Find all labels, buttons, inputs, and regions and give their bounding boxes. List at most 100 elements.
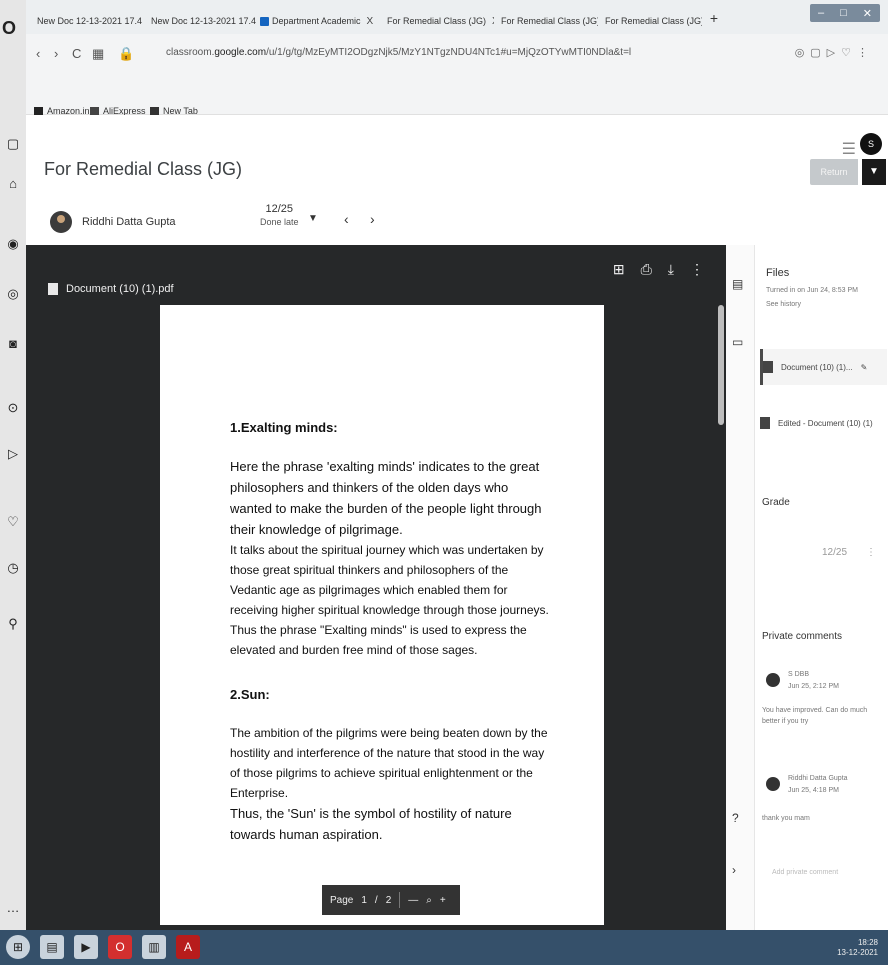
office-icon[interactable]: ▥ [142, 935, 166, 959]
student-selector[interactable]: Riddhi Datta Gupta [50, 211, 176, 233]
file-name: Document (10) (1)... [781, 362, 853, 372]
comment-time: Jun 25, 2:12 PM [788, 683, 839, 690]
tab-bar: New Doc 12-13-2021 17.4X New Doc 12-13-2… [26, 0, 888, 34]
new-tab-button[interactable]: + [706, 10, 722, 26]
url-path: /u/1/g/tg/MzEyMTI2ODgzNjk5/MzY1NTgzNDU4N… [266, 47, 632, 58]
comment-avatar [766, 673, 780, 687]
minimize-icon[interactable]: – [818, 7, 824, 19]
pin-icon[interactable]: ⚲ [5, 616, 21, 632]
tab-6-active[interactable]: For Remedial Class (JG)X [602, 10, 702, 32]
zoom-icon[interactable]: ⌕ [426, 895, 432, 906]
scrollbar[interactable] [718, 305, 724, 425]
tabs-grid-icon[interactable]: ▦ [92, 46, 104, 62]
acrobat-icon[interactable]: A [176, 935, 200, 959]
pdf-page[interactable]: 1.Exalting minds: Here the phrase 'exalt… [160, 305, 604, 925]
grade-value: 12/25 [265, 203, 294, 215]
more-icon[interactable]: … [5, 900, 21, 916]
workspace-icon[interactable]: ▢ [5, 136, 21, 152]
tab-label: For Remedial Class (JG) [387, 16, 487, 26]
system-tray[interactable]: 18:28 13-12-2021 [837, 938, 878, 958]
see-history-link[interactable]: See history [766, 299, 801, 310]
tab-1[interactable]: New Doc 12-13-2021 17.4X [34, 10, 146, 32]
collapse-icon[interactable]: › [732, 863, 736, 877]
viewer-toolbar: ⊞ ⎙ ⤓ ⋮ [613, 261, 704, 278]
tab-5[interactable]: For Remedial Class (JG)X [498, 10, 598, 32]
next-student-icon[interactable]: › [370, 211, 375, 227]
opera-logo-icon[interactable]: O [2, 18, 16, 39]
panel-rail: ▤ ▭ ? › [726, 245, 755, 930]
comment-text: thank you mam [762, 815, 810, 822]
zoom-in-button[interactable]: + [440, 895, 446, 906]
url-prefix: classroom. [166, 47, 215, 58]
clock-date: 13-12-2021 [837, 948, 878, 957]
heart-icon[interactable]: ♡ [5, 514, 21, 530]
page-current[interactable]: 1 [361, 895, 367, 906]
document-viewer: Document (10) (1).pdf ⊞ ⎙ ⤓ ⋮ 1.Exalting… [26, 245, 726, 930]
media-icon[interactable]: ▶ [74, 935, 98, 959]
comment-time: Jun 25, 4:18 PM [788, 787, 839, 794]
close-icon[interactable]: ✕ [863, 7, 872, 20]
pdf-icon [48, 283, 58, 295]
open-new-window-icon[interactable]: ⊞ [613, 261, 625, 278]
window-controls[interactable]: – □ ✕ [810, 4, 880, 22]
files-tab-icon[interactable]: ▤ [732, 277, 743, 291]
zoom-out-button[interactable]: — [408, 895, 418, 906]
avatar[interactable]: S [860, 133, 882, 155]
tab-label: For Remedial Class (JG) [605, 16, 702, 26]
tab-2[interactable]: New Doc 12-13-2021 17.49X [148, 10, 256, 32]
back-icon[interactable]: ‹ [36, 46, 40, 61]
pdf-icon [760, 417, 770, 429]
chevron-down-icon[interactable]: ▼ [308, 213, 318, 224]
return-button[interactable]: Return [810, 159, 858, 185]
classroom-header: For Remedial Class (JG) ☰ S Riddhi Datta… [26, 115, 888, 245]
file-item-document[interactable]: Document (10) (1)... ✎ [760, 349, 887, 385]
side-panel: ▤ ▭ ? › Files Turned in on Jun 24, 8:53 … [726, 245, 888, 930]
url-field[interactable]: classroom.google.com/u/1/g/tg/MzEyMTI2OD… [166, 47, 631, 58]
download-icon[interactable]: ⤓ [668, 261, 674, 278]
forward-icon[interactable]: › [54, 46, 58, 61]
comment-author: Riddhi Datta Gupta [788, 775, 848, 782]
file-item-edited[interactable]: Edited - Document (10) (1) [760, 405, 884, 441]
history-icon[interactable]: ⊙ [5, 400, 21, 416]
return-dropdown-icon[interactable]: ▼ [862, 159, 886, 185]
tab-label: New Doc 12-13-2021 17.4 [37, 16, 143, 26]
player-icon[interactable]: ▷ [5, 446, 21, 462]
browser-tools[interactable]: ◎▢▷♡⋮ [795, 46, 874, 59]
edit-icon[interactable]: ✎ [861, 363, 868, 372]
tab-close-icon[interactable]: X [367, 16, 374, 27]
taskbar: ⊞ ▤ ▶ O ▥ A 18:28 13-12-2021 [0, 930, 888, 965]
opera-icon[interactable]: O [108, 935, 132, 959]
help-icon[interactable]: ? [732, 811, 739, 825]
file-explorer-icon[interactable]: ▤ [40, 935, 64, 959]
heading-exalting-minds: 1.Exalting minds: [230, 420, 338, 435]
page-title: For Remedial Class (JG) [44, 159, 243, 179]
grade-input[interactable]: 12/25 [822, 547, 847, 558]
comments-tab-icon[interactable]: ▭ [732, 335, 743, 349]
clock-icon[interactable]: ◷ [5, 560, 21, 576]
more-options-icon[interactable]: ⋮ [690, 261, 704, 278]
grade-title: Grade [762, 497, 790, 508]
home-icon[interactable]: ⌂ [5, 176, 21, 192]
tab-3[interactable]: Department Academic X [260, 10, 380, 32]
whatsapp-icon[interactable]: ◎ [5, 286, 21, 302]
apps-icon[interactable]: ☰ [842, 139, 856, 159]
tab-close-icon[interactable]: X [492, 16, 494, 27]
file-title: Document (10) (1).pdf [48, 283, 174, 295]
grade-more-icon[interactable]: ⋮ [866, 547, 876, 558]
instagram-icon[interactable]: ◙ [5, 336, 21, 352]
add-comment-input[interactable]: Add private comment [772, 867, 838, 878]
private-comments-title: Private comments [762, 631, 843, 642]
previous-student-icon[interactable]: ‹ [344, 211, 349, 227]
print-icon[interactable]: ⎙ [641, 261, 652, 278]
file-name: Edited - Document (10) (1) [778, 418, 873, 428]
turned-in-time: Turned in on Jun 24, 8:53 PM [766, 287, 858, 294]
reload-icon[interactable]: C [72, 46, 81, 61]
start-icon[interactable]: ⊞ [6, 935, 30, 959]
page-total: 2 [385, 894, 392, 906]
divider [399, 892, 401, 908]
tab-4[interactable]: For Remedial Class (JG) X [384, 10, 494, 32]
messenger-icon[interactable]: ◉ [5, 236, 21, 252]
heading-sun: 2.Sun: [230, 687, 270, 702]
maximize-icon[interactable]: □ [840, 7, 847, 19]
grade-display: 12/25 Done late [260, 203, 299, 229]
